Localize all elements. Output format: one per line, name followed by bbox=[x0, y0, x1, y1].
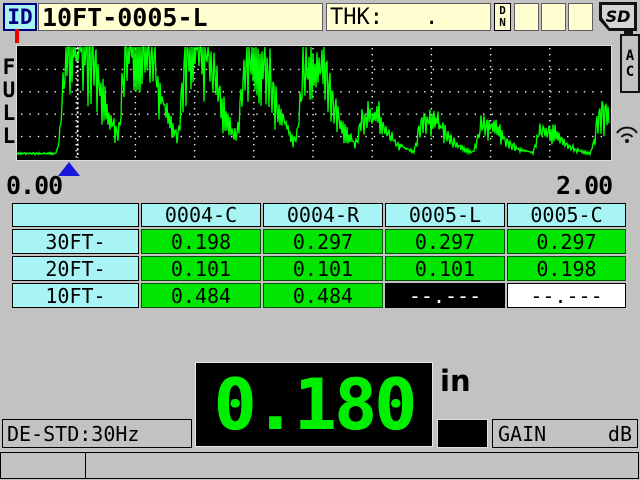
status-bar-right bbox=[85, 452, 639, 479]
grid-column-header[interactable]: 0004-C bbox=[141, 203, 261, 227]
power-letter-a: A bbox=[626, 48, 634, 64]
grid-cell[interactable]: 0.101 bbox=[385, 256, 505, 281]
full-letter: F bbox=[3, 55, 16, 79]
power-letter-c: C bbox=[626, 64, 634, 80]
measure-mode-label: DE-STD:30Hz bbox=[2, 419, 192, 448]
grid-cell[interactable]: 0.198 bbox=[141, 229, 261, 254]
grid-corner-cell bbox=[12, 203, 139, 227]
grid-cell-selected[interactable]: --.--- bbox=[385, 283, 505, 308]
thickness-data-grid: 0004-C 0004-R 0005-L 0005-C 30FT- 0.198 … bbox=[12, 203, 626, 308]
scale-min-label: 0.00 bbox=[6, 171, 62, 200]
gain-label: GAIN bbox=[498, 422, 546, 446]
grid-row-10ft: 10FT- 0.484 0.484 --.--- --.--- bbox=[12, 283, 626, 308]
grid-row-20ft: 20FT- 0.101 0.101 0.101 0.198 bbox=[12, 256, 626, 281]
grid-header-row: 0004-C 0004-R 0005-L 0005-C bbox=[12, 203, 626, 227]
scale-max-label: 2.00 bbox=[556, 171, 612, 200]
grid-row-header[interactable]: 30FT- bbox=[12, 229, 139, 254]
reading-unit-label: in bbox=[440, 364, 471, 398]
ascan-waveform-display bbox=[16, 45, 612, 161]
grid-cell[interactable]: 0.484 bbox=[263, 283, 383, 308]
gauge-screen: ID 10FT-0005-L THK: . D N SD F U L L A C bbox=[0, 0, 640, 480]
grid-column-header[interactable]: 0005-C bbox=[507, 203, 626, 227]
range-mode-label: F U L L bbox=[2, 56, 16, 148]
full-letter: L bbox=[3, 124, 16, 148]
grid-column-header[interactable]: 0004-R bbox=[263, 203, 383, 227]
battery-ac-power-icon: A C bbox=[620, 31, 638, 91]
wireless-signal-icon bbox=[614, 123, 640, 145]
thk-value: . bbox=[425, 5, 438, 30]
grid-row-header[interactable]: 20FT- bbox=[12, 256, 139, 281]
sd-card-icon: SD bbox=[599, 2, 637, 31]
grid-row-header[interactable]: 10FT- bbox=[12, 283, 139, 308]
grid-cell[interactable]: 0.297 bbox=[507, 229, 626, 254]
thickness-position-marker bbox=[58, 162, 80, 176]
battery-body: A C bbox=[620, 34, 640, 93]
dn-indicator-icon: D N bbox=[494, 3, 511, 31]
status-bar-left bbox=[0, 452, 86, 479]
gate-start-marker bbox=[15, 29, 19, 43]
grid-cell-empty[interactable]: --.--- bbox=[507, 283, 626, 308]
thk-label: THK: bbox=[330, 5, 383, 30]
id-label: ID bbox=[3, 3, 37, 31]
thickness-reading-display: 0.180 bbox=[195, 362, 433, 447]
status-slot-empty bbox=[541, 3, 566, 31]
grid-column-header[interactable]: 0005-L bbox=[385, 203, 505, 227]
full-letter: U bbox=[3, 78, 16, 102]
dn-letter-n: N bbox=[499, 16, 506, 29]
full-letter: L bbox=[3, 101, 16, 125]
thickness-reading-value: 0.180 bbox=[214, 364, 415, 446]
status-slot-empty bbox=[514, 3, 539, 31]
status-slot-empty bbox=[568, 3, 593, 31]
grid-cell[interactable]: 0.101 bbox=[141, 256, 261, 281]
id-value-field[interactable]: 10FT-0005-L bbox=[38, 3, 323, 31]
gain-field: GAIN dB bbox=[492, 419, 638, 448]
grid-row-30ft: 30FT- 0.198 0.297 0.297 0.297 bbox=[12, 229, 626, 254]
grid-cell[interactable]: 0.101 bbox=[263, 256, 383, 281]
grid-cell[interactable]: 0.198 bbox=[507, 256, 626, 281]
grid-cell[interactable]: 0.297 bbox=[385, 229, 505, 254]
gain-unit-label: dB bbox=[608, 422, 632, 446]
blank-indicator-box bbox=[437, 419, 488, 448]
thk-field: THK: . bbox=[326, 3, 491, 31]
grid-cell[interactable]: 0.297 bbox=[263, 229, 383, 254]
waveform-plot bbox=[17, 46, 611, 160]
grid-cell[interactable]: 0.484 bbox=[141, 283, 261, 308]
